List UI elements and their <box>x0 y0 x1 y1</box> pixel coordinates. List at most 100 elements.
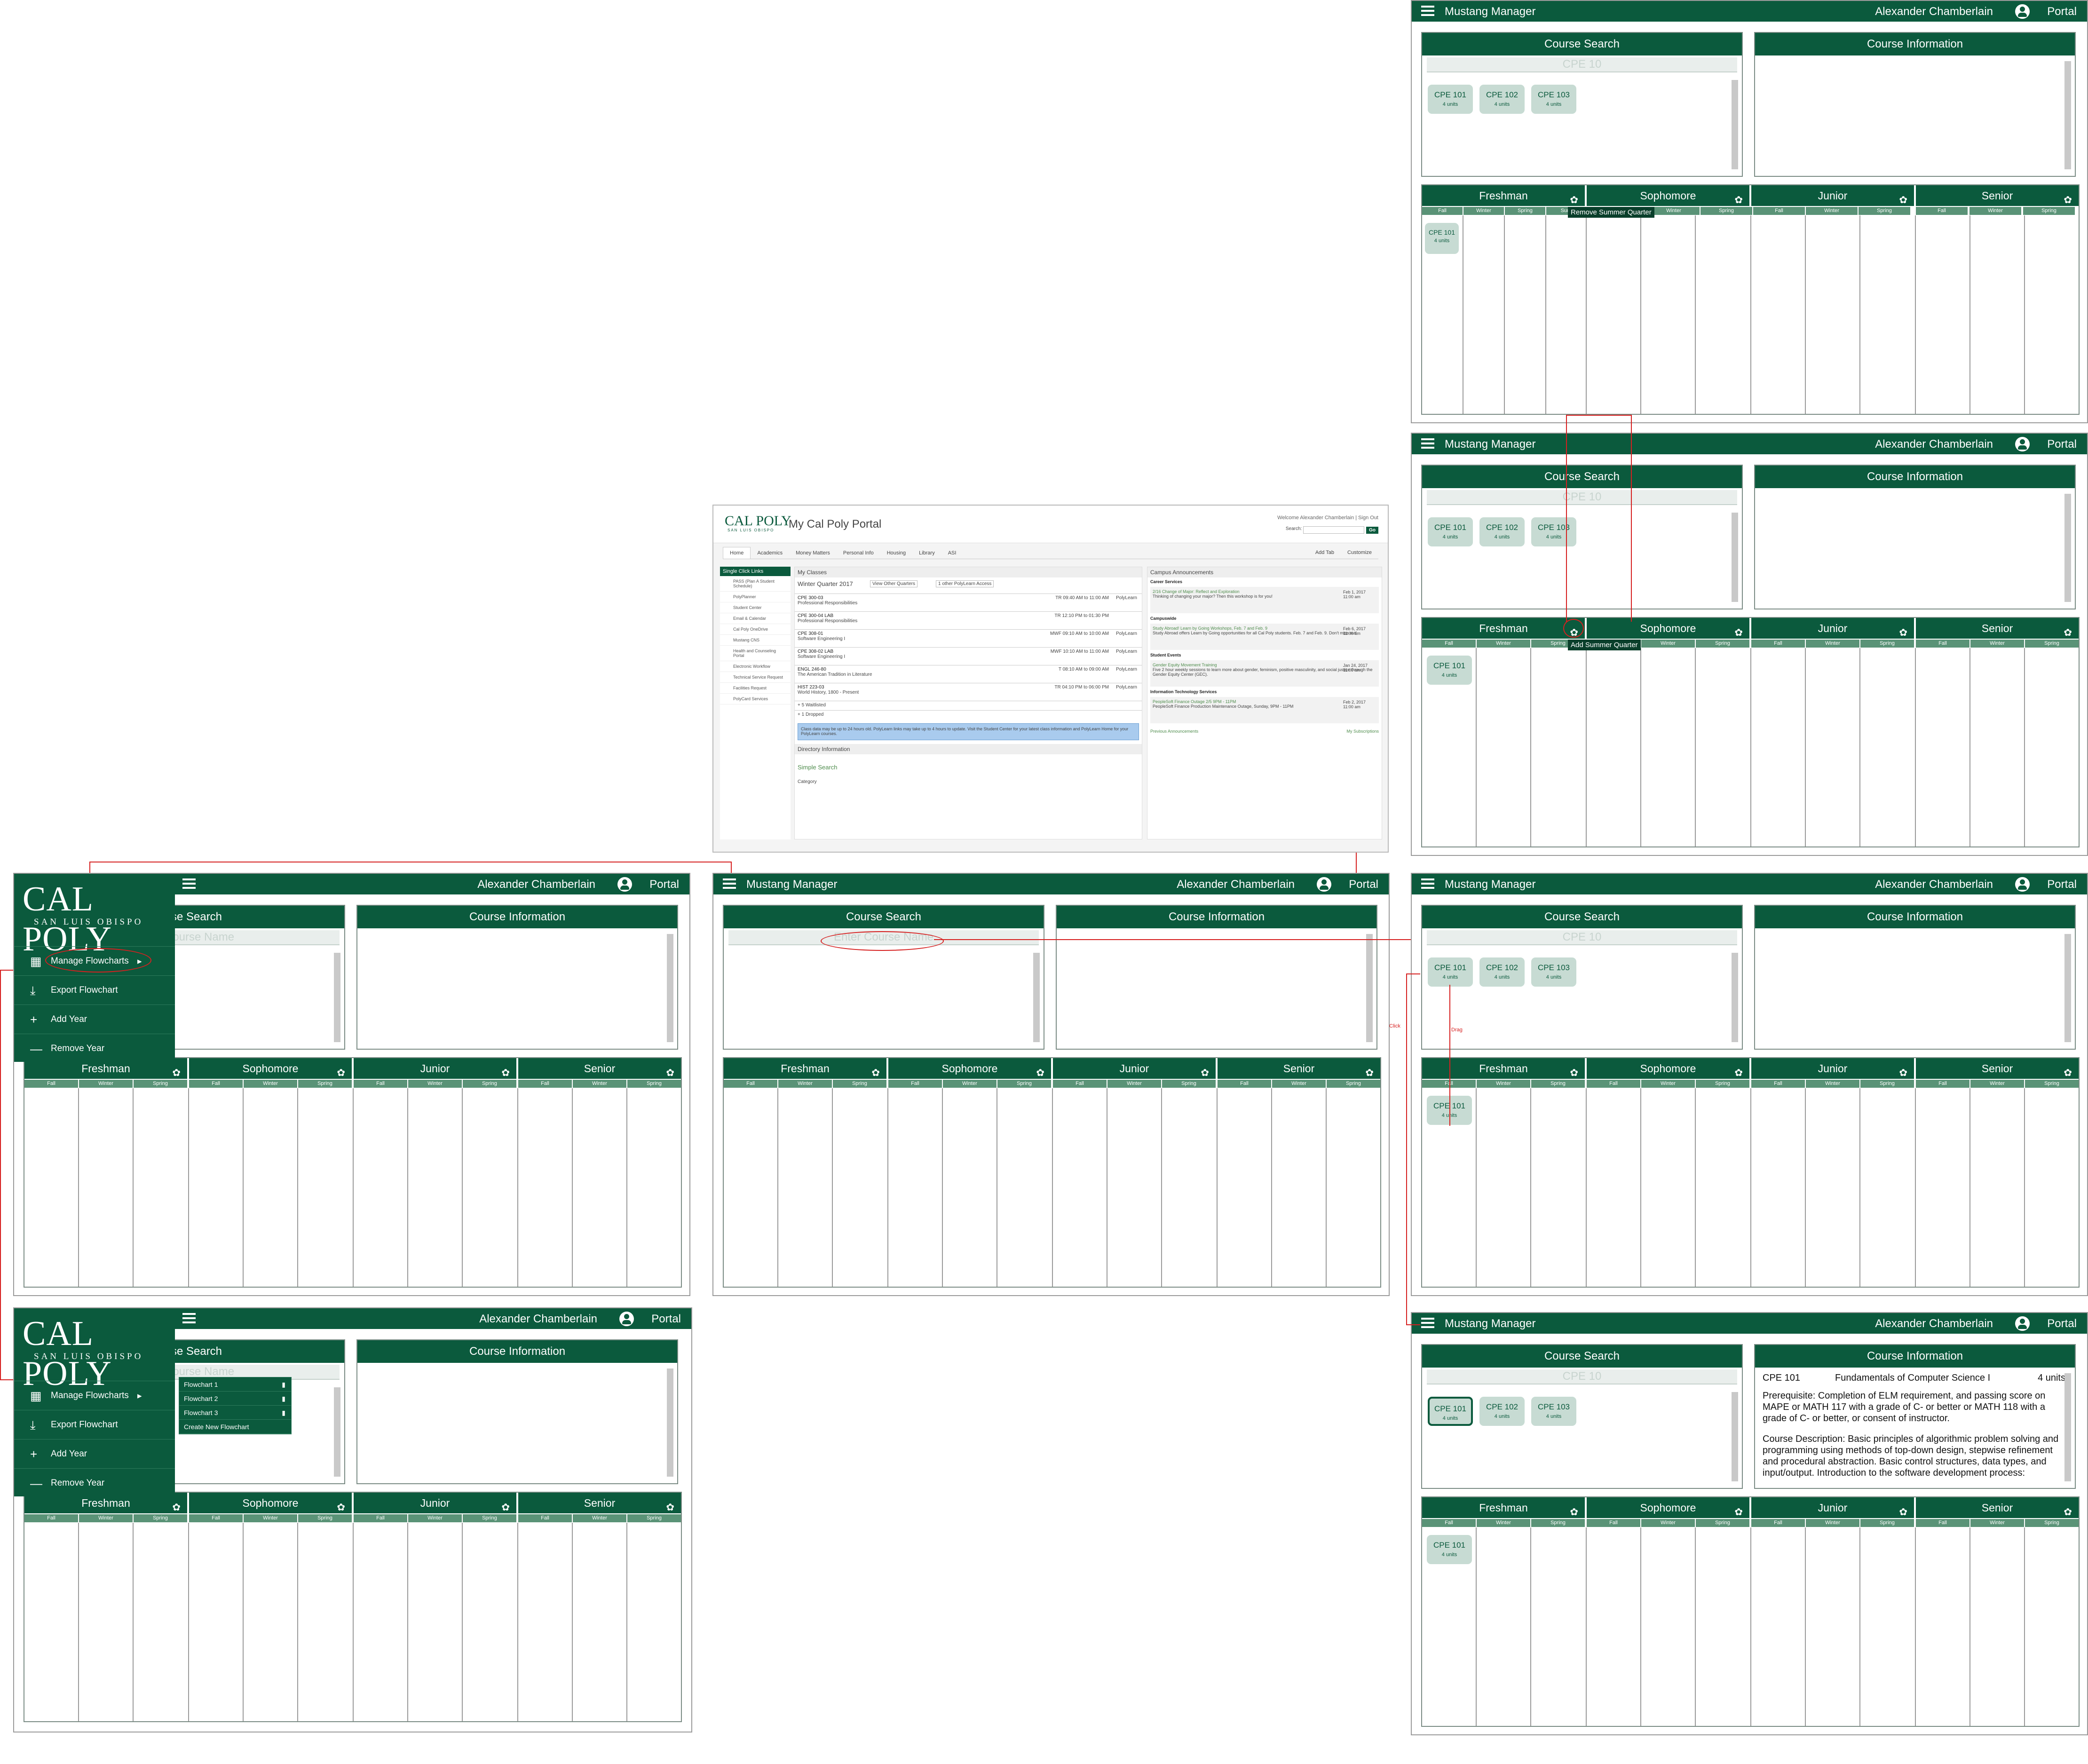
portal-customize[interactable]: Customize <box>1341 547 1378 558</box>
scrollbar[interactable] <box>334 1387 340 1477</box>
quarter-column[interactable] <box>1162 1088 1218 1287</box>
quarter-column[interactable] <box>1531 1088 1587 1287</box>
quarter-column[interactable] <box>79 1523 134 1721</box>
quarter-column[interactable] <box>134 1523 189 1721</box>
quarter-column[interactable] <box>244 1088 298 1287</box>
quarter-column[interactable] <box>298 1523 354 1721</box>
portal-tab[interactable]: ASI <box>941 547 963 559</box>
quarter-column[interactable] <box>79 1088 134 1287</box>
portal-go-button[interactable]: Go <box>1366 526 1378 534</box>
portal-link[interactable]: PolyCard Services <box>720 694 791 704</box>
quarter-column[interactable] <box>1107 1088 1162 1287</box>
portal-link[interactable]: Portal <box>651 1313 681 1326</box>
course-chip[interactable]: CPE 101 4 units <box>1427 1535 1472 1564</box>
quarter-column[interactable] <box>1587 1088 1641 1287</box>
quarter-column[interactable] <box>1477 1088 1531 1287</box>
portal-link[interactable]: Student Center <box>720 602 791 613</box>
course-chip[interactable]: CPE 102 4 units <box>1479 957 1525 987</box>
quarter-column[interactable] <box>1463 215 1505 414</box>
quarter-column[interactable] <box>1641 648 1696 846</box>
menu-export-flowchart[interactable]: ⤓ Export Flowchart <box>14 1410 175 1439</box>
hamburger-icon[interactable] <box>723 878 736 889</box>
menu-export-flowchart[interactable]: ⤓ Export Flowchart <box>14 975 175 1005</box>
hamburger-icon[interactable] <box>1421 438 1434 449</box>
quarter-column[interactable] <box>1477 1527 1531 1726</box>
quarter-column[interactable] <box>1696 1088 1751 1287</box>
quarter-column[interactable] <box>354 1523 408 1721</box>
portal-access[interactable]: 1 other PolyLearn Access <box>936 580 994 587</box>
trash-icon[interactable]: ▮ <box>282 1392 285 1406</box>
search-input[interactable]: CPE 10 <box>1427 1369 1737 1384</box>
user-icon[interactable] <box>1317 877 1331 892</box>
scrollbar[interactable] <box>2064 61 2071 169</box>
trash-icon[interactable]: ▮ <box>282 1377 285 1392</box>
quarter-column[interactable] <box>1916 1527 1970 1726</box>
quarter-column[interactable] <box>1970 1527 2025 1726</box>
quarter-column[interactable] <box>1531 1527 1587 1726</box>
portal-link[interactable]: Portal <box>2047 5 2077 18</box>
course-chip[interactable]: CPE 103 4 units <box>1531 85 1576 114</box>
quarter-column[interactable] <box>408 1088 463 1287</box>
quarter-column[interactable] <box>1916 1088 1970 1287</box>
quarter-column[interactable] <box>1696 648 1751 846</box>
portal-tab[interactable]: Academics <box>751 547 789 559</box>
quarter-column[interactable] <box>1696 1527 1751 1726</box>
course-chip[interactable]: CPE 102 4 units <box>1479 85 1525 114</box>
menu-remove-year[interactable]: — Remove Year <box>14 1034 175 1063</box>
quarter-column[interactable] <box>1641 1527 1696 1726</box>
quarter-column[interactable] <box>1751 648 1806 846</box>
quarter-column[interactable] <box>1860 215 1916 414</box>
quarter-column[interactable] <box>134 1088 189 1287</box>
quarter-column[interactable] <box>1587 215 1641 414</box>
portal-class-row[interactable]: ENGL 246-80 The American Tradition in Lit… <box>795 665 1142 683</box>
quarter-column[interactable] <box>1053 1088 1107 1287</box>
quarter-column[interactable] <box>24 1523 79 1721</box>
course-chip[interactable]: CPE 101 4 units <box>1428 957 1473 987</box>
user-icon[interactable] <box>2015 1316 2030 1331</box>
quarter-column[interactable] <box>518 1523 573 1721</box>
scrollbar[interactable] <box>2064 934 2071 1042</box>
portal-link[interactable]: Mustang CNS <box>720 635 791 646</box>
hamburger-icon[interactable] <box>182 878 196 889</box>
portal-prev-ann[interactable]: Previous Announcements <box>1150 729 1198 734</box>
user-icon[interactable] <box>619 1312 634 1326</box>
portal-link[interactable]: Portal <box>2047 1317 2077 1330</box>
quarter-column[interactable] <box>1806 1527 1860 1726</box>
portal-tab[interactable]: Library <box>912 547 941 559</box>
quarter-column[interactable] <box>463 1088 518 1287</box>
search-input[interactable]: CPE 10 <box>1427 490 1737 505</box>
user-icon[interactable] <box>2015 877 2030 892</box>
quarter-column[interactable] <box>1970 648 2025 846</box>
portal-link[interactable]: Technical Service Request <box>720 672 791 683</box>
quarter-column[interactable] <box>1587 648 1641 846</box>
portal-tab[interactable]: Personal Info <box>837 547 880 559</box>
portal-link[interactable]: Portal <box>649 878 679 891</box>
portal-subscriptions[interactable]: My Subscriptions <box>1346 729 1379 734</box>
portal-link[interactable]: Portal <box>1349 878 1378 891</box>
course-chip-selected[interactable]: CPE 101 4 units <box>1428 1397 1473 1426</box>
portal-tab[interactable]: Money Matters <box>789 547 837 559</box>
course-chip[interactable]: CPE 103 4 units <box>1531 517 1576 546</box>
portal-link[interactable]: Health and Counseling Portal <box>720 646 791 661</box>
portal-link[interactable]: Cal Poly OneDrive <box>720 624 791 635</box>
portal-dropped[interactable]: + 1 Dropped <box>795 710 1142 720</box>
quarter-column[interactable] <box>1477 648 1531 846</box>
flowchart-item[interactable]: Flowchart 1 ▮ <box>179 1377 291 1392</box>
portal-link[interactable]: Facilities Request <box>720 683 791 694</box>
quarter-column[interactable] <box>1751 215 1806 414</box>
scrollbar[interactable] <box>2064 494 2071 602</box>
quarter-column[interactable] <box>1860 1088 1916 1287</box>
portal-link[interactable]: PolyPlanner <box>720 592 791 602</box>
portal-tab[interactable]: Housing <box>880 547 912 559</box>
portal-ann-item[interactable]: Gender Equity Movement Training Five 2 ho… <box>1150 660 1379 687</box>
quarter-column[interactable] <box>24 1088 79 1287</box>
portal-search-input[interactable] <box>1303 526 1365 534</box>
portal-ann-item[interactable]: 2/16 Change of Major: Reflect and Explor… <box>1150 587 1379 613</box>
portal-tab[interactable]: Home <box>723 547 751 559</box>
course-chip[interactable]: CPE 101 4 units <box>1428 85 1473 114</box>
quarter-column[interactable] <box>1641 215 1696 414</box>
course-chip[interactable]: CPE 101 4 units <box>1427 656 1472 685</box>
menu-remove-year[interactable]: — Remove Year <box>14 1468 175 1497</box>
quarter-column[interactable] <box>1751 1527 1806 1726</box>
quarter-column[interactable] <box>244 1523 298 1721</box>
